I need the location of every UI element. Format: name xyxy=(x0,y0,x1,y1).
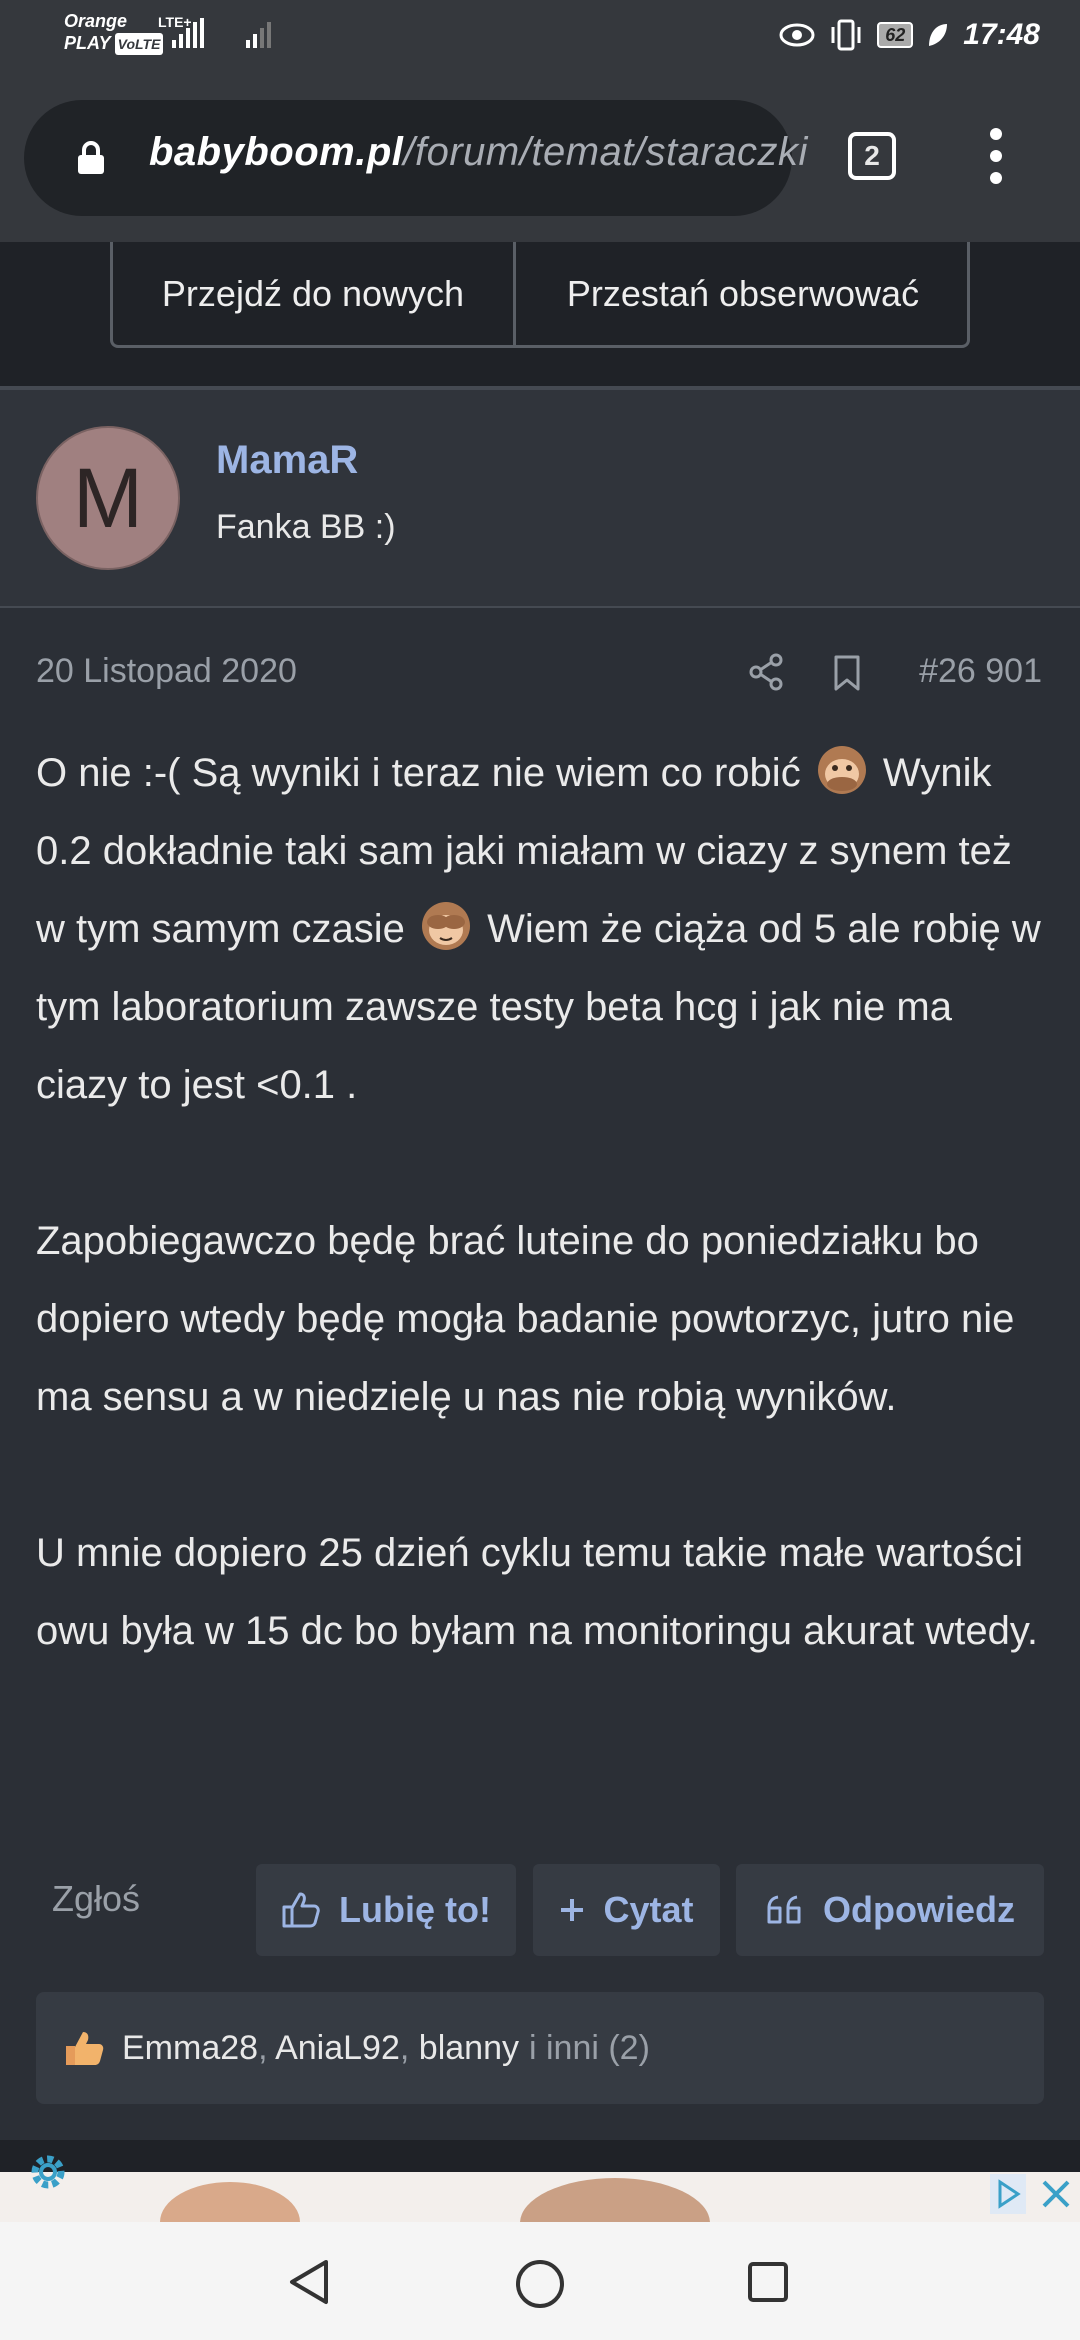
quote-button[interactable]: Cytat xyxy=(533,1864,720,1956)
reaction-user[interactable]: blanny xyxy=(419,2029,519,2067)
more-vert-icon[interactable] xyxy=(984,128,1008,188)
address-bar[interactable]: babyboom.pl/forum/temat/staraczki xyxy=(24,100,807,216)
report-link[interactable]: Zgłoś xyxy=(52,1878,140,1920)
home-icon[interactable] xyxy=(514,2258,566,2310)
eye-icon xyxy=(779,23,815,47)
url-domain: babyboom.pl xyxy=(149,130,404,174)
reaction-others[interactable]: i inni (2) xyxy=(529,2029,650,2068)
post-paragraph-2: Zapobiegawczo będę brać luteine do ponie… xyxy=(36,1219,1015,1419)
carrier-info: Orange PLAY VoLTE xyxy=(64,10,164,55)
author-name[interactable]: MamaR xyxy=(216,438,358,483)
gear-icon[interactable] xyxy=(26,2150,70,2194)
post-number[interactable]: #26 901 xyxy=(919,652,1042,691)
ad-banner[interactable] xyxy=(0,2172,1080,2222)
see-no-evil-monkey-icon xyxy=(422,902,471,950)
close-icon[interactable] xyxy=(1036,2174,1076,2214)
like-label: Lubię to! xyxy=(339,1889,491,1930)
lock-icon[interactable] xyxy=(76,140,106,176)
battery-indicator: 62 xyxy=(877,22,914,48)
signal-2-icon xyxy=(246,18,271,48)
url-path: /forum/temat/staraczki xyxy=(403,130,808,174)
separator: , xyxy=(399,2028,410,2067)
post-author-header: M MamaR Fanka BB :) xyxy=(0,390,1080,608)
avatar[interactable]: M xyxy=(36,426,180,570)
post-date[interactable]: 20 Listopad 2020 xyxy=(36,652,297,691)
post-text: O nie :-( Są wyniki i teraz nie wiem co … xyxy=(36,751,812,795)
thumbs-up-icon xyxy=(282,1892,320,1928)
leaf-icon xyxy=(929,24,948,46)
reactions-bar[interactable]: Emma28, AniaL92, blanny i inni (2) xyxy=(36,1992,1044,2104)
status-right: 62 17:48 xyxy=(779,18,1040,52)
plus-icon xyxy=(561,1899,584,1921)
author-title: Fanka BB :) xyxy=(216,508,396,546)
separator: , xyxy=(258,2028,268,2067)
system-navigation-bar xyxy=(0,2222,1080,2340)
vibrate-icon xyxy=(831,19,861,51)
volte-badge: VoLTE xyxy=(114,33,164,55)
reaction-users: Emma28, AniaL92, blanny xyxy=(122,2029,519,2068)
ad-image xyxy=(160,2182,300,2222)
reaction-user[interactable]: AniaL92 xyxy=(275,2029,400,2067)
adchoices-icon[interactable] xyxy=(990,2174,1026,2214)
carrier-2: PLAY xyxy=(64,33,111,53)
tab-switcher-button[interactable]: 2 xyxy=(848,132,896,180)
reply-button[interactable]: Odpowiedz xyxy=(736,1864,1044,1956)
reaction-user[interactable]: Emma28 xyxy=(122,2029,258,2067)
quote-icon xyxy=(767,1895,801,1924)
url-text[interactable]: babyboom.pl/forum/temat/staraczki xyxy=(149,130,808,175)
thread-actions: Przejdź do nowych Przestań obserwować xyxy=(110,242,970,348)
back-icon[interactable] xyxy=(286,2258,334,2306)
carrier-1: Orange xyxy=(64,11,128,31)
ad-separator xyxy=(0,2140,1080,2172)
post-paragraph-3: U mnie dopiero 25 dzień cyklu temu takie… xyxy=(36,1531,1039,1653)
go-to-new-button[interactable]: Przejdź do nowych xyxy=(113,242,516,345)
thumbs-up-emoji-icon xyxy=(66,2032,104,2065)
status-bar: Orange PLAY VoLTE LTE+ 62 17:48 xyxy=(0,0,1080,72)
post-paragraph-1: O nie :-( Są wyniki i teraz nie wiem co … xyxy=(36,734,1046,1124)
speak-no-evil-monkey-icon xyxy=(817,746,866,794)
bookmark-icon[interactable] xyxy=(832,654,862,692)
unwatch-button[interactable]: Przestań obserwować xyxy=(516,242,970,345)
signal-icon xyxy=(172,18,204,48)
quote-label: Cytat xyxy=(603,1889,694,1930)
like-button[interactable]: Lubię to! xyxy=(256,1864,516,1956)
recent-apps-icon[interactable] xyxy=(746,2260,790,2304)
post-body: O nie :-( Są wyniki i teraz nie wiem co … xyxy=(36,734,1046,1670)
ad-image xyxy=(520,2178,710,2222)
reply-label: Odpowiedz xyxy=(823,1889,1015,1930)
share-icon[interactable] xyxy=(748,652,784,692)
clock: 17:48 xyxy=(963,18,1040,51)
